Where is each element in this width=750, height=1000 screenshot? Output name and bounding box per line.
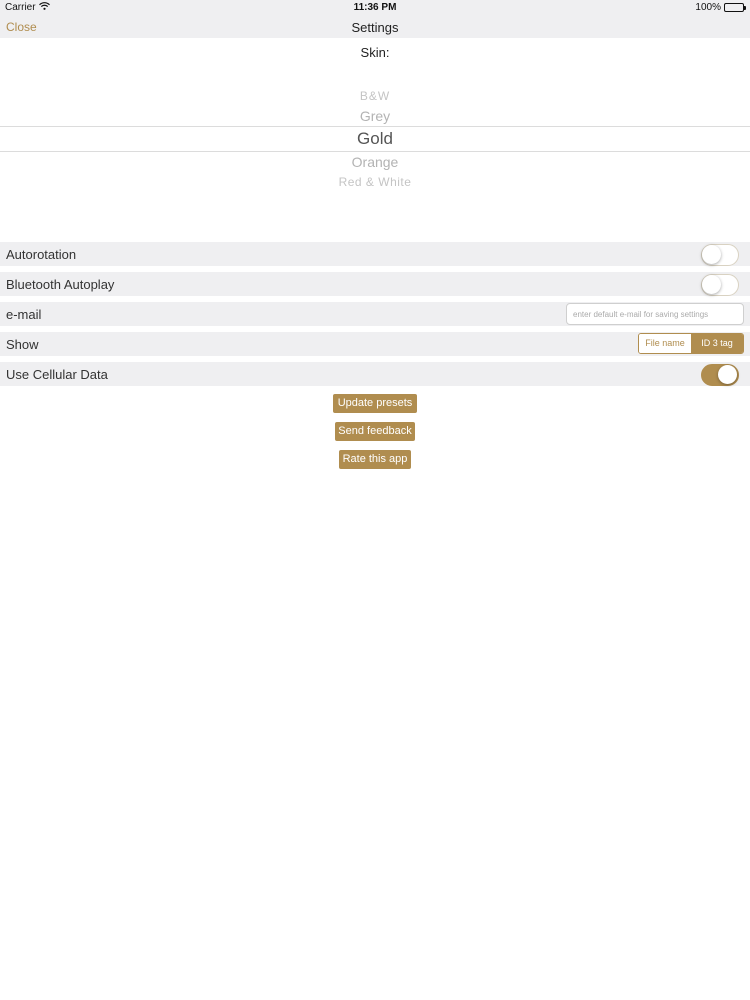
show-segmented-control: File name ID 3 tag — [638, 333, 744, 354]
picker-selection-line-bottom — [0, 151, 750, 152]
autorotation-label: Autorotation — [6, 247, 77, 262]
navigation-bar: Close Settings — [0, 16, 750, 38]
picker-option-gold[interactable]: Gold — [0, 129, 750, 149]
picker-option-bw[interactable]: B&W — [0, 89, 750, 103]
show-row: Show File name ID 3 tag — [0, 332, 750, 356]
battery-indicator: 100% — [695, 2, 746, 13]
use-cellular-data-row: Use Cellular Data — [0, 362, 750, 386]
picker-option-orange[interactable]: Orange — [0, 154, 750, 170]
battery-percent: 100% — [695, 2, 721, 13]
page-title: Settings — [351, 20, 399, 35]
bluetooth-autoplay-toggle[interactable] — [701, 274, 739, 296]
segment-id3-tag[interactable]: ID 3 tag — [691, 334, 743, 353]
email-field[interactable] — [566, 303, 744, 325]
picker-option-grey[interactable]: Grey — [0, 108, 750, 124]
picker-option-red-white[interactable]: Red & White — [0, 175, 750, 189]
use-cellular-data-label: Use Cellular Data — [6, 367, 108, 382]
toggle-knob — [702, 245, 721, 264]
bluetooth-autoplay-row: Bluetooth Autoplay — [0, 272, 750, 296]
show-label: Show — [6, 337, 39, 352]
toggle-knob — [702, 275, 721, 294]
status-time: 11:36 PM — [353, 2, 397, 13]
segment-file-name[interactable]: File name — [639, 334, 691, 353]
picker-selection-line-top — [0, 126, 750, 127]
update-presets-button[interactable]: Update presets — [333, 394, 417, 413]
autorotation-row: Autorotation — [0, 242, 750, 266]
skin-picker[interactable]: B&W Grey Gold Orange Red & White — [0, 70, 750, 200]
email-label: e-mail — [6, 307, 42, 322]
email-row: e-mail — [0, 302, 750, 326]
rate-app-button[interactable]: Rate this app — [339, 450, 411, 469]
send-feedback-button[interactable]: Send feedback — [335, 422, 415, 441]
status-bar: Carrier 11:36 PM 100% — [0, 0, 750, 16]
battery-icon — [724, 3, 746, 12]
skin-label: Skin: — [360, 45, 390, 60]
toggle-knob — [718, 365, 737, 384]
autorotation-toggle[interactable] — [701, 244, 739, 266]
bluetooth-autoplay-label: Bluetooth Autoplay — [6, 277, 115, 292]
use-cellular-data-toggle[interactable] — [701, 364, 739, 386]
